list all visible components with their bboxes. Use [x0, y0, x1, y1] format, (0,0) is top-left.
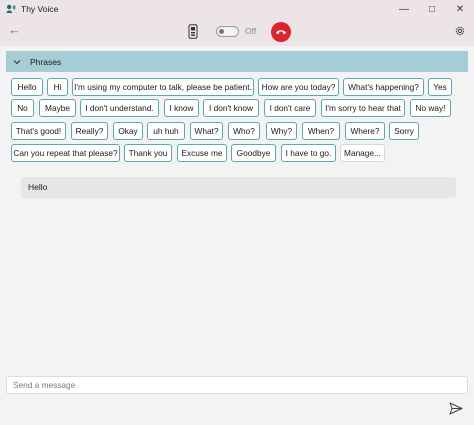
message-input[interactable]: Send a message	[6, 376, 468, 394]
title-bar: Thy Voice — □ ✕	[0, 0, 474, 18]
main-content: Phrases Hello Hi I'm using my computer t…	[0, 46, 474, 425]
phrase-button[interactable]: Hi	[47, 78, 68, 96]
gear-icon[interactable]	[454, 25, 466, 37]
hang-up-icon	[276, 30, 286, 35]
phrase-button[interactable]: Maybe	[39, 99, 76, 117]
phrase-button[interactable]: Sorry	[389, 122, 419, 140]
phrase-button[interactable]: I'm sorry to hear that	[321, 99, 405, 117]
toggle-knob	[219, 29, 224, 34]
phrase-button[interactable]: I'm using my computer to talk, please be…	[72, 78, 254, 96]
phrase-button[interactable]: No	[11, 99, 34, 117]
phrase-button[interactable]: What?	[190, 122, 223, 140]
phrase-button[interactable]: I don't care	[264, 99, 316, 117]
manage-phrases-button[interactable]: Manage...	[340, 144, 385, 162]
close-button[interactable]: ✕	[446, 0, 474, 18]
message-bubble: Hello	[21, 177, 456, 198]
phrase-button[interactable]: Can you repeat that please?	[11, 144, 120, 162]
minimize-button[interactable]: —	[390, 0, 418, 18]
phrase-button[interactable]: I know	[164, 99, 199, 117]
phrase-button[interactable]: That's good!	[11, 122, 66, 140]
window-title: Thy Voice	[21, 4, 59, 14]
call-toggle[interactable]	[216, 26, 239, 37]
phrase-button[interactable]: Hello	[11, 78, 43, 96]
maximize-button[interactable]: □	[418, 0, 446, 18]
phrases-header[interactable]: Phrases	[6, 51, 468, 72]
send-icon[interactable]	[449, 402, 463, 415]
toolbar: ← Off	[0, 18, 474, 46]
phone-icon[interactable]	[188, 24, 198, 39]
phrase-button[interactable]: When?	[302, 122, 340, 140]
phrase-button[interactable]: uh huh	[147, 122, 185, 140]
phrase-button[interactable]: Thank you	[124, 144, 172, 162]
back-arrow-icon[interactable]: ←	[8, 23, 22, 37]
chevron-down-icon	[13, 59, 21, 64]
phrase-button[interactable]: Goodbye	[231, 144, 276, 162]
toggle-label: Off	[245, 26, 257, 36]
phrase-button[interactable]: How are you today?	[258, 78, 339, 96]
phrase-button[interactable]: Okay	[113, 122, 143, 140]
phrase-button[interactable]: What's happening?	[343, 78, 424, 96]
phrase-button[interactable]: I don't know	[203, 99, 259, 117]
phrase-button[interactable]: Why?	[266, 122, 297, 140]
phrase-button[interactable]: Where?	[345, 122, 385, 140]
phrase-button[interactable]: I have to go.	[281, 144, 336, 162]
phrase-button[interactable]: Who?	[228, 122, 260, 140]
phrase-button[interactable]: Excuse me	[177, 144, 227, 162]
phrase-button[interactable]: I don't understand.	[80, 99, 159, 117]
app-icon	[6, 4, 16, 13]
phrase-button[interactable]: Really?	[71, 122, 108, 140]
hang-up-button[interactable]	[271, 22, 291, 42]
phrase-button[interactable]: No way!	[410, 99, 451, 117]
phrases-title: Phrases	[30, 56, 62, 67]
phrase-button[interactable]: Yes	[428, 78, 452, 96]
